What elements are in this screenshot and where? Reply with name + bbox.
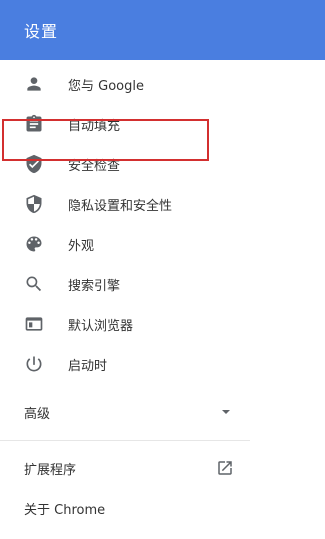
- settings-sidebar: 您与 Google 自动填充 安全检查 隐私设置和安全性 外观 搜索引擎 默认浏…: [0, 60, 250, 539]
- sidebar-item-about-chrome[interactable]: 关于 Chrome: [0, 488, 250, 528]
- advanced-toggle[interactable]: 高级: [0, 392, 250, 432]
- sidebar-item-privacy-security[interactable]: 隐私设置和安全性: [0, 184, 250, 224]
- sidebar-item-label: 关于 Chrome: [24, 502, 106, 518]
- sidebar-item-safety-check[interactable]: 安全检查: [0, 144, 250, 184]
- sidebar-item-label: 安全检查: [68, 158, 121, 174]
- sidebar-item-label: 外观: [68, 238, 95, 254]
- sidebar-item-label: 启动时: [68, 358, 108, 374]
- sidebar-item-label: 搜索引擎: [68, 278, 121, 294]
- sidebar-item-autofill[interactable]: 自动填充: [0, 104, 250, 144]
- settings-page: 设置 您与 Google 自动填充 安全检查 隐私设置和安全性 外观 搜索引擎 …: [0, 0, 325, 539]
- sidebar-item-label: 隐私设置和安全性: [68, 198, 173, 214]
- advanced-label: 高级: [24, 406, 51, 422]
- open-external-icon: [216, 459, 234, 477]
- chevron-down-icon: [220, 406, 232, 418]
- sidebar-item-label: 自动填充: [68, 118, 121, 134]
- palette-icon: [24, 234, 44, 254]
- sidebar-item-extensions[interactable]: 扩展程序: [0, 448, 250, 488]
- sidebar-item-search-engine[interactable]: 搜索引擎: [0, 264, 250, 304]
- page-title: 设置: [24, 22, 59, 41]
- sidebar-item-on-startup[interactable]: 启动时: [0, 344, 250, 384]
- sidebar-item-label: 扩展程序: [24, 462, 77, 478]
- settings-header: 设置: [0, 0, 325, 60]
- browser-window-icon: [24, 314, 44, 334]
- clipboard-icon: [24, 114, 44, 134]
- power-icon: [24, 354, 44, 374]
- sidebar-item-default-browser[interactable]: 默认浏览器: [0, 304, 250, 344]
- search-icon: [24, 274, 44, 294]
- sidebar-item-you-and-google[interactable]: 您与 Google: [0, 64, 250, 104]
- shield-check-icon: [24, 154, 44, 174]
- sidebar-item-label: 默认浏览器: [68, 318, 134, 334]
- divider: [0, 440, 250, 441]
- privacy-shield-icon: [24, 194, 44, 214]
- person-icon: [24, 74, 44, 94]
- sidebar-item-label: 您与 Google: [68, 78, 144, 94]
- sidebar-item-appearance[interactable]: 外观: [0, 224, 250, 264]
